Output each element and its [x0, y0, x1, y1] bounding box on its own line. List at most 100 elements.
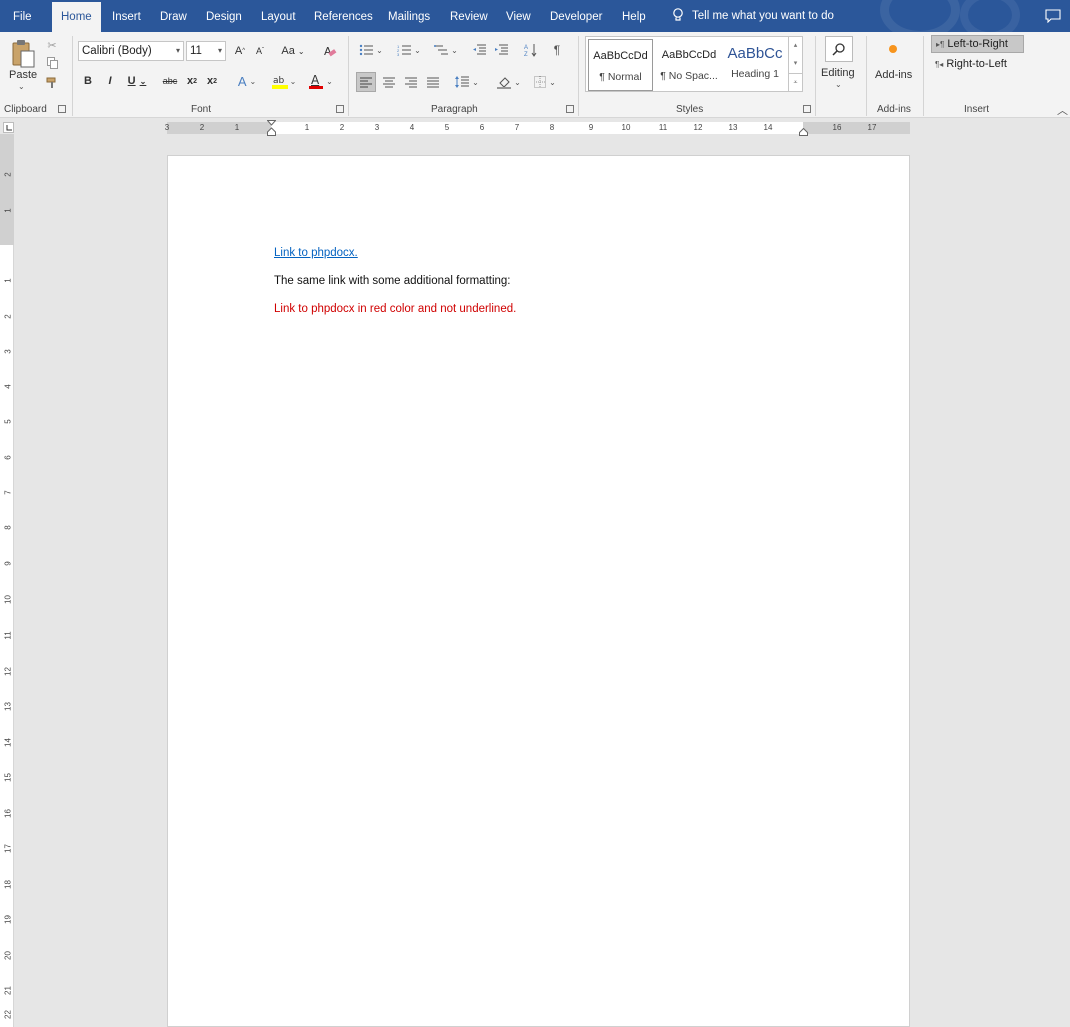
tab-insert[interactable]: Insert	[112, 0, 141, 32]
first-line-indent-marker[interactable]	[266, 120, 277, 139]
align-left-icon[interactable]	[356, 72, 376, 92]
line-spacing-icon[interactable]: ⌄	[452, 72, 482, 92]
tab-selector-icon[interactable]	[3, 122, 14, 133]
ruler-number: 3	[164, 123, 170, 132]
ruler-number: 3	[3, 349, 13, 354]
format-painter-icon[interactable]	[44, 76, 60, 90]
styles-scrollbar[interactable]: ▴ ▾ ⩡	[788, 37, 802, 91]
ruler-number: 22	[3, 1010, 13, 1019]
align-center-icon[interactable]	[380, 72, 398, 92]
tab-design[interactable]: Design	[206, 0, 242, 32]
styles-dialog-launcher-icon[interactable]	[803, 105, 811, 113]
search-icon[interactable]	[825, 36, 853, 62]
highlight-color-icon[interactable]: ab ⌄	[268, 72, 300, 90]
right-to-left-button[interactable]: ¶◂ Right-to-Left	[931, 56, 1024, 74]
rtl-icon: ¶◂	[935, 60, 944, 69]
copy-icon[interactable]	[44, 56, 60, 70]
paste-chevron-icon[interactable]: ⌄	[18, 82, 25, 91]
tab-layout[interactable]: Layout	[261, 0, 296, 32]
tab-developer[interactable]: Developer	[550, 0, 602, 32]
font-color-icon[interactable]: A ⌄	[306, 72, 336, 90]
svg-text:A: A	[524, 45, 528, 51]
tab-mailings[interactable]: Mailings	[388, 0, 430, 32]
italic-icon[interactable]: I	[102, 72, 118, 90]
tell-me-box[interactable]: Tell me what you want to do	[672, 0, 834, 32]
superscript-icon[interactable]: x2	[204, 72, 220, 90]
ruler-right-margin	[803, 122, 910, 134]
svg-text:Z: Z	[524, 52, 528, 57]
change-case-button[interactable]: Aa ⌄	[279, 41, 307, 61]
ruler-number: 13	[3, 702, 13, 711]
clipboard-dialog-launcher-icon[interactable]	[58, 105, 66, 113]
numbering-icon[interactable]: 1 2 3 ⌄	[394, 41, 424, 59]
subscript-icon[interactable]: x2	[184, 72, 200, 90]
paste-icon	[12, 40, 35, 68]
increase-indent-icon[interactable]	[492, 41, 510, 59]
show-formatting-marks-icon[interactable]: ¶	[548, 41, 566, 59]
font-group-label: Font	[191, 104, 212, 115]
addins-icon[interactable]	[889, 45, 897, 53]
decrease-indent-icon[interactable]	[470, 41, 488, 59]
document-page[interactable]: Link to phpdocx. The same link with some…	[167, 155, 910, 1027]
right-indent-marker[interactable]	[799, 127, 808, 139]
tab-home[interactable]: Home	[52, 2, 101, 32]
shading-icon[interactable]: ⌄	[494, 72, 524, 92]
editing-chevron-icon[interactable]: ⌄	[835, 80, 842, 89]
ruler-number: 16	[3, 809, 13, 818]
addins-group-label: Add-ins	[877, 104, 911, 115]
ruler-number: 12	[693, 123, 703, 132]
vertical-ruler[interactable]: 2 1 1 2 3 4 5 6 7 8 9 10 11 12 13 14 15 …	[0, 134, 14, 1027]
multilevel-list-icon[interactable]: ⌄	[431, 41, 461, 59]
hyperlink-red[interactable]: Link to phpdocx in red color and not und…	[274, 303, 516, 315]
style-normal[interactable]: AaBbCcDd ¶ Normal	[588, 39, 653, 91]
underline-icon[interactable]: U ⌄	[124, 72, 150, 90]
strikethrough-icon[interactable]: abc	[160, 72, 180, 90]
style-no-spacing[interactable]: AaBbCcDd ¶ No Spac...	[655, 39, 723, 91]
ruler-number: 2	[3, 314, 13, 319]
bold-icon[interactable]: B	[80, 72, 96, 90]
ruler-number: 14	[3, 738, 13, 747]
separator	[72, 36, 73, 116]
justify-icon[interactable]	[424, 72, 442, 92]
tab-help[interactable]: Help	[622, 0, 646, 32]
font-dialog-launcher-icon[interactable]	[336, 105, 344, 113]
comments-icon[interactable]	[1045, 9, 1061, 23]
bullets-icon[interactable]: ⌄	[356, 41, 386, 59]
text-effects-icon[interactable]: A ⌄	[233, 72, 261, 90]
paragraph-dialog-launcher-icon[interactable]	[566, 105, 574, 113]
style-name: ¶ Normal	[599, 71, 642, 83]
cut-icon[interactable]: ✂	[44, 38, 60, 52]
tab-references[interactable]: References	[314, 0, 373, 32]
font-name-combo[interactable]: Calibri (Body) ▾	[78, 41, 184, 61]
tab-view[interactable]: View	[506, 0, 531, 32]
tab-file[interactable]: File	[13, 0, 32, 32]
shrink-font-icon[interactable]: Aˇ	[252, 41, 268, 61]
ruler-number: 19	[3, 915, 13, 924]
chevron-down-icon: ▾	[175, 46, 180, 55]
paste-button[interactable]	[8, 36, 38, 72]
ruler-number: 1	[304, 123, 310, 132]
rtl-label: Right-to-Left	[946, 58, 1007, 70]
sort-icon[interactable]: AZ	[522, 41, 540, 59]
borders-icon[interactable]: ⌄	[530, 72, 560, 92]
align-right-icon[interactable]	[402, 72, 420, 92]
style-heading-1[interactable]: AaBbCc Heading 1	[724, 39, 786, 91]
font-size-combo[interactable]: 11 ▾	[186, 41, 226, 61]
clear-formatting-icon[interactable]: A	[320, 41, 340, 61]
ruler-number: 5	[3, 419, 13, 424]
horizontal-ruler[interactable]: 3 2 1 1 2 3 4 5 6 7 8 9 10 11 12 13 14 1…	[164, 120, 910, 136]
left-to-right-button[interactable]: ▸¶ Left-to-Right	[931, 35, 1024, 53]
ltr-label: Left-to-Right	[947, 38, 1008, 50]
tab-draw[interactable]: Draw	[160, 0, 187, 32]
collapse-ribbon-icon[interactable]: ︿	[1057, 102, 1068, 118]
grow-font-icon[interactable]: A ^	[232, 41, 248, 61]
ruler-number: 1	[3, 208, 13, 213]
editing-button[interactable]: Editing	[821, 67, 855, 79]
tab-review[interactable]: Review	[450, 0, 488, 32]
hyperlink[interactable]: Link to phpdocx.	[274, 247, 358, 259]
ruler-number: 10	[621, 123, 631, 132]
ruler-number: 8	[549, 123, 555, 132]
addins-button[interactable]: Add-ins	[875, 69, 912, 81]
style-preview: AaBbCcDd	[661, 49, 717, 61]
ruler-number: 2	[3, 172, 13, 177]
